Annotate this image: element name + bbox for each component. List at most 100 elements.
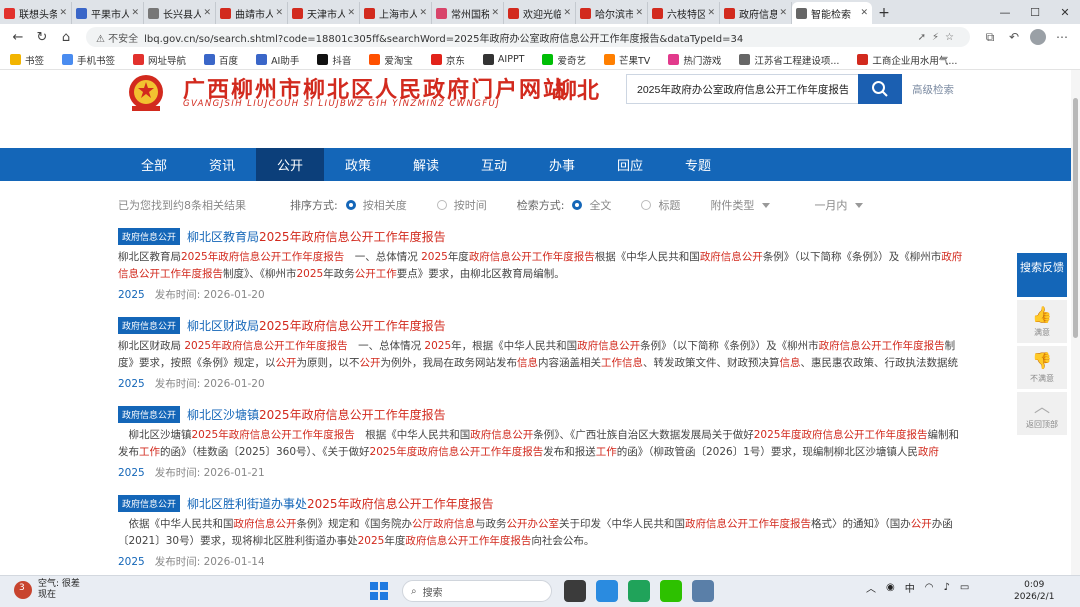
close-tab-icon[interactable]: ✕ bbox=[707, 8, 715, 18]
file-explorer-icon[interactable] bbox=[564, 580, 586, 602]
undo-icon[interactable]: ↶ bbox=[1002, 30, 1026, 44]
browser-app-icon[interactable] bbox=[596, 580, 618, 602]
bookmark-item[interactable]: 百度 bbox=[204, 53, 238, 67]
bookmark-item[interactable]: AI助手 bbox=[256, 53, 299, 67]
extension-icon[interactable]: ⚡ bbox=[932, 32, 945, 43]
nav-item[interactable]: 全部 bbox=[120, 148, 188, 181]
new-tab-button[interactable]: + bbox=[872, 2, 896, 24]
bookmark-item[interactable]: 书签 bbox=[10, 53, 44, 67]
browser-tab[interactable]: 长兴县人民✕ bbox=[144, 2, 216, 24]
nav-item[interactable]: 回应 bbox=[596, 148, 664, 181]
page-scrollbar[interactable] bbox=[1071, 70, 1080, 575]
close-tab-icon[interactable]: ✕ bbox=[779, 8, 787, 18]
more-menu-icon[interactable]: ⋯ bbox=[1050, 30, 1074, 44]
close-window-icon[interactable]: ✕ bbox=[1050, 6, 1080, 19]
minimize-icon[interactable]: — bbox=[990, 6, 1020, 19]
browser-tab[interactable]: 平果市人民✕ bbox=[72, 2, 144, 24]
nav-item[interactable]: 解读 bbox=[392, 148, 460, 181]
result-category-badge[interactable]: 政府信息公开 bbox=[118, 316, 181, 334]
sort-option-radio[interactable]: 按时间 bbox=[436, 197, 487, 213]
close-tab-icon[interactable]: ✕ bbox=[203, 8, 211, 18]
bookmark-item[interactable]: 爱淘宝 bbox=[369, 53, 413, 67]
back-to-top-button[interactable]: ︿ 返回顶部 bbox=[1017, 391, 1067, 435]
result-category-badge[interactable]: 政府信息公开 bbox=[118, 494, 181, 512]
bookmark-item[interactable]: 网址导航 bbox=[133, 53, 186, 67]
battery-icon[interactable]: ▭ bbox=[960, 582, 969, 593]
maximize-icon[interactable]: ☐ bbox=[1020, 6, 1050, 19]
dislike-button[interactable]: 👎 不满意 bbox=[1017, 345, 1067, 389]
puzzle-icon[interactable]: ⧉ bbox=[978, 30, 1002, 45]
browser-tab[interactable]: 联想头条 ✕ bbox=[0, 2, 72, 24]
monitor-app-icon[interactable] bbox=[628, 580, 650, 602]
search-mode-radio[interactable]: 标题 bbox=[641, 197, 680, 213]
bookmark-item[interactable]: 工商企业用水用气... bbox=[857, 53, 957, 67]
sort-option-radio[interactable]: 按相关度 bbox=[345, 197, 407, 213]
close-tab-icon[interactable]: ✕ bbox=[347, 8, 355, 18]
nav-item[interactable]: 专题 bbox=[664, 148, 732, 181]
ime-indicator[interactable]: 中 bbox=[905, 580, 915, 595]
browser-tab[interactable]: 哈尔滨市 ✕ bbox=[576, 2, 648, 24]
close-tab-icon[interactable]: ✕ bbox=[419, 8, 427, 18]
advanced-search-link[interactable]: 高级检索 bbox=[912, 82, 954, 97]
browser-tab[interactable]: 常州国税局✕ bbox=[432, 2, 504, 24]
close-tab-icon[interactable]: ✕ bbox=[491, 8, 499, 18]
favorite-star-icon[interactable]: ☆ bbox=[945, 32, 960, 43]
bookmark-item[interactable]: 京东 bbox=[430, 53, 465, 67]
close-tab-icon[interactable]: ✕ bbox=[131, 8, 139, 18]
refresh-icon[interactable]: ↻ bbox=[30, 30, 54, 45]
browser-tab-active[interactable]: 智能检索 ✕ bbox=[792, 2, 872, 24]
nav-item[interactable]: 办事 bbox=[528, 148, 596, 181]
result-title-link[interactable]: 柳北区胜利街道办事处2025年政府信息公开工作年度报告 bbox=[187, 495, 494, 512]
bookmark-item[interactable]: 爱奇艺 bbox=[542, 53, 586, 67]
tray-overflow-icon[interactable]: ︿ bbox=[866, 580, 876, 595]
browser-tab[interactable]: 欢迎光临 ✕ bbox=[504, 2, 576, 24]
result-title-link[interactable]: 柳北区教育局2025年政府信息公开工作年度报告 bbox=[187, 228, 446, 245]
back-icon[interactable]: ← bbox=[6, 30, 30, 45]
wechat-icon[interactable] bbox=[660, 580, 682, 602]
browser-tab[interactable]: 曲靖市人民✕ bbox=[216, 2, 288, 24]
bookmark-item[interactable]: 热门游戏 bbox=[668, 53, 721, 67]
bookmark-item[interactable]: 抖音 bbox=[317, 53, 351, 67]
close-tab-icon[interactable]: ✕ bbox=[59, 8, 67, 18]
bookmark-item[interactable]: 手机书签 bbox=[62, 53, 115, 67]
result-title-link[interactable]: 柳北区沙塘镇2025年政府信息公开工作年度报告 bbox=[187, 406, 446, 423]
scrollbar-thumb[interactable] bbox=[1073, 98, 1078, 338]
security-warning-icon[interactable]: ⚠ 不安全 bbox=[96, 30, 138, 45]
close-tab-icon[interactable]: ✕ bbox=[860, 8, 868, 18]
browser-tab[interactable]: 上海市人民✕ bbox=[360, 2, 432, 24]
bookmark-item[interactable]: 芒果TV bbox=[604, 53, 650, 67]
nav-item[interactable]: 公开 bbox=[256, 148, 324, 181]
browser-tab[interactable]: 政府信息 ✕ bbox=[720, 2, 792, 24]
home-icon[interactable]: ⌂ bbox=[54, 30, 78, 45]
search-feedback-button[interactable]: 搜索反馈 bbox=[1017, 253, 1067, 297]
result-category-badge[interactable]: 政府信息公开 bbox=[118, 227, 181, 245]
wifi-icon[interactable]: ◠ bbox=[925, 582, 934, 593]
taskbar-search[interactable]: ⌕ 搜索 bbox=[402, 580, 552, 602]
site-search-input[interactable] bbox=[626, 74, 858, 104]
nav-item[interactable]: 资讯 bbox=[188, 148, 256, 181]
tray-app-icon[interactable]: ◉ bbox=[886, 582, 895, 593]
search-mode-radio[interactable]: 全文 bbox=[572, 197, 611, 213]
volume-icon[interactable]: ♪ bbox=[943, 582, 949, 593]
like-button[interactable]: 👍 满意 bbox=[1017, 299, 1067, 343]
windows-start-icon[interactable] bbox=[370, 582, 388, 600]
profile-avatar[interactable] bbox=[1030, 29, 1046, 45]
nav-item[interactable]: 互动 bbox=[460, 148, 528, 181]
share-icon[interactable]: ➚ bbox=[918, 32, 932, 43]
bookmark-item[interactable]: 江苏省工程建设项... bbox=[739, 53, 839, 67]
attachment-type-dropdown[interactable]: 附件类型 bbox=[710, 197, 771, 213]
url-field[interactable]: ⚠ 不安全 lbq.gov.cn/so/search.shtml?code=18… bbox=[86, 27, 970, 47]
taskbar-clock[interactable]: 0:09 2026/2/1 bbox=[1014, 579, 1054, 603]
site-search-button[interactable] bbox=[858, 74, 902, 104]
close-tab-icon[interactable]: ✕ bbox=[635, 8, 643, 18]
browser-tab[interactable]: 天津市人民✕ bbox=[288, 2, 360, 24]
result-title-link[interactable]: 柳北区财政局2025年政府信息公开工作年度报告 bbox=[187, 317, 446, 334]
result-category-badge[interactable]: 政府信息公开 bbox=[118, 405, 181, 423]
close-tab-icon[interactable]: ✕ bbox=[563, 8, 571, 18]
close-tab-icon[interactable]: ✕ bbox=[275, 8, 283, 18]
weather-widget[interactable]: 3 空气: 很差 现在 bbox=[14, 579, 80, 601]
bookmark-item[interactable]: AIPPT bbox=[482, 54, 524, 65]
nav-item[interactable]: 政策 bbox=[324, 148, 392, 181]
tool-app-icon[interactable] bbox=[692, 580, 714, 602]
browser-tab[interactable]: 六枝特区 ✕ bbox=[648, 2, 720, 24]
